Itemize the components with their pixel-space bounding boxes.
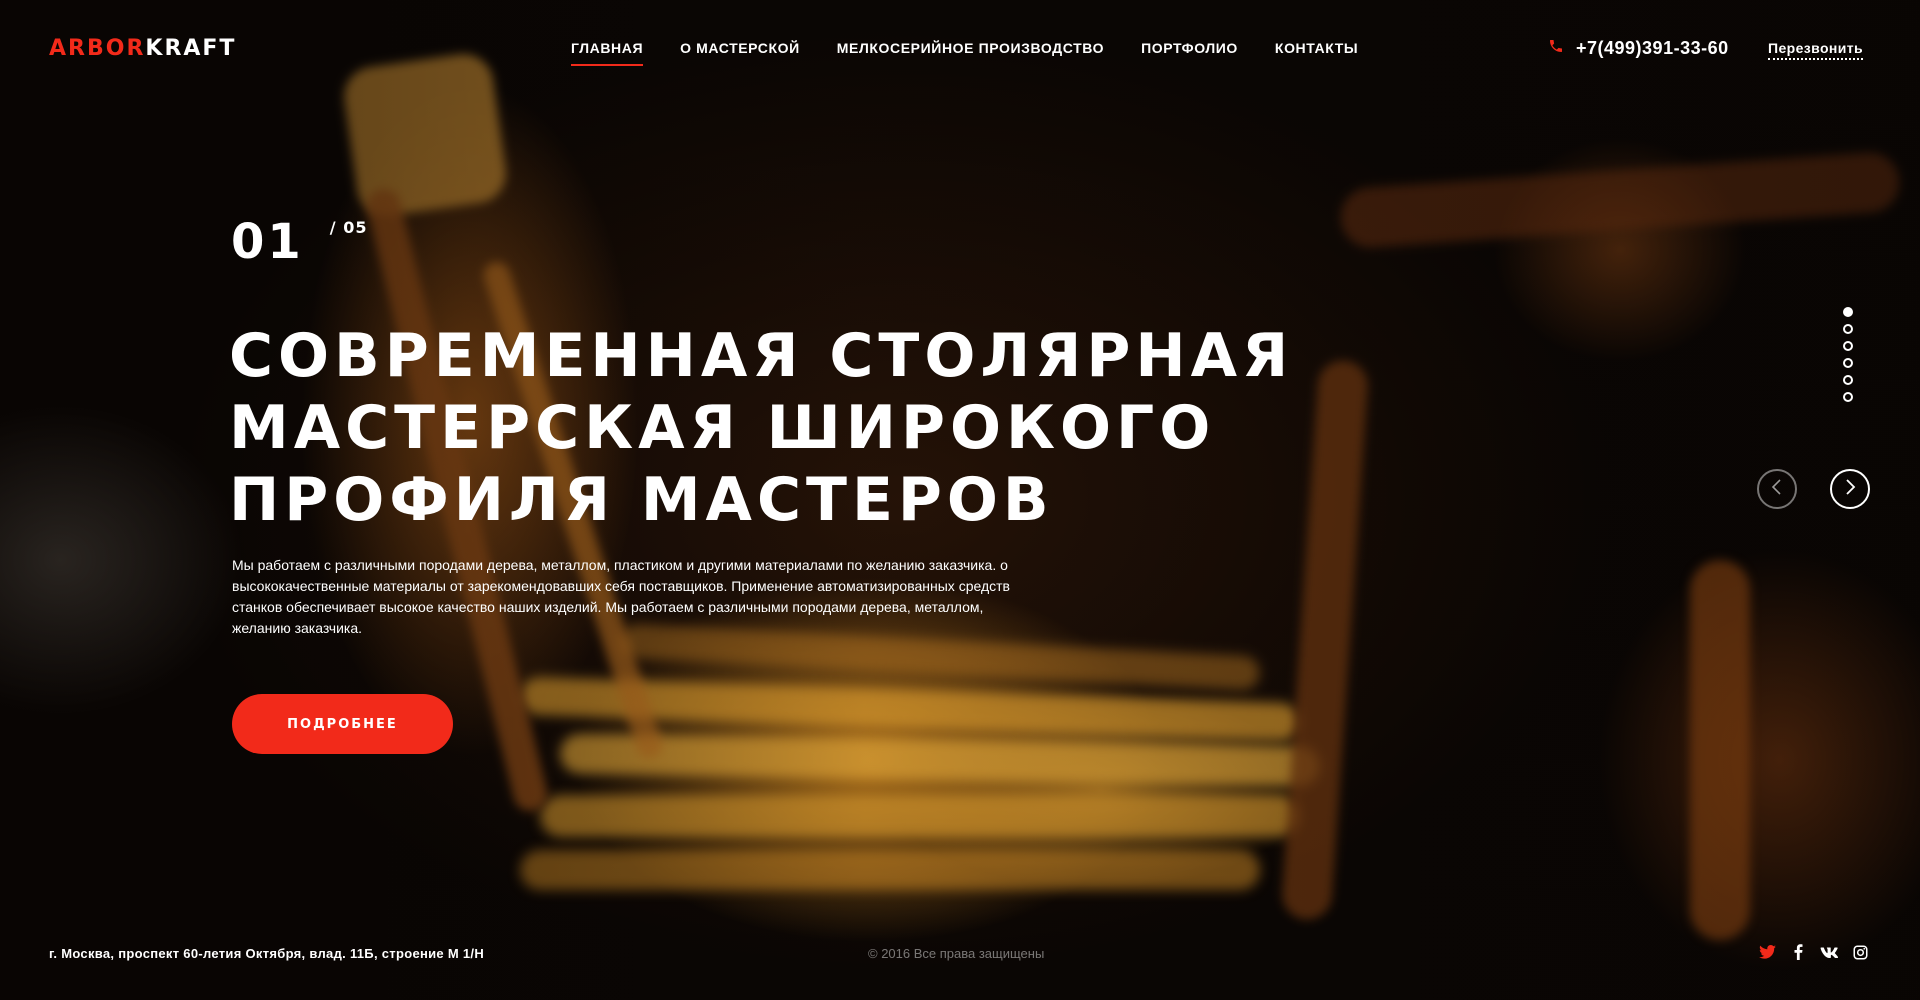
footer-copyright: © 2016 Все права защищены [868, 946, 1045, 961]
chevron-right-icon [1843, 478, 1857, 501]
slide-pagination [1843, 307, 1853, 402]
hero-description-line: высококачественные материалы от зарекоме… [232, 578, 1010, 594]
hero-title-line: ПРОФИЛЯ МАСТЕРОВ [229, 465, 1054, 535]
hero-description-line: Мы работаем с различными породами дерева… [232, 557, 1008, 573]
slide-dot[interactable] [1843, 375, 1853, 385]
hero-description-line: желанию заказчика. [232, 620, 363, 636]
hero-description-line: станков обеспечивает высокое качество на… [232, 599, 984, 615]
nav-item-portfolio[interactable]: ПОРТФОЛИО [1141, 40, 1238, 66]
facebook-icon[interactable] [1789, 943, 1807, 961]
slide-dot[interactable] [1843, 307, 1853, 317]
social-links [1758, 943, 1869, 961]
phone-icon [1548, 38, 1564, 59]
nav-item-home[interactable]: ГЛАВНАЯ [571, 40, 644, 66]
footer-address: г. Москва, проспект 60-летия Октября, вл… [49, 946, 485, 961]
logo-part-arbor: ARBOR [49, 36, 146, 61]
twitter-icon[interactable] [1758, 943, 1776, 961]
site-header: ARBORKRAFT ГЛАВНАЯ О МАСТЕРСКОЙ МЕЛКОСЕР… [0, 0, 1920, 100]
slide-dot[interactable] [1843, 341, 1853, 351]
slide-total-number: / 05 [329, 218, 368, 237]
slide-counter: 01 / 05 [231, 214, 367, 270]
hero-title-line: СОВРЕМЕННАЯ СТОЛЯРНАЯ [229, 321, 1294, 391]
slide-dot[interactable] [1843, 324, 1853, 334]
phone-number[interactable]: +7(499)391-33-60 [1576, 38, 1729, 59]
hero-title-line: МАСТЕРСКАЯ ШИРОКОГО [229, 393, 1216, 463]
nav-item-contacts[interactable]: КОНТАКТЫ [1275, 40, 1358, 66]
main-nav: ГЛАВНАЯ О МАСТЕРСКОЙ МЕЛКОСЕРИЙНОЕ ПРОИЗ… [571, 40, 1395, 66]
hero-description: Мы работаем с различными породами дерева… [232, 555, 1032, 639]
callback-link[interactable]: Перезвонить [1768, 40, 1864, 60]
slide-dot[interactable] [1843, 358, 1853, 368]
phone-block: +7(499)391-33-60 [1548, 38, 1729, 59]
chevron-left-icon [1770, 478, 1784, 501]
vk-icon[interactable] [1820, 943, 1838, 961]
nav-item-about[interactable]: О МАСТЕРСКОЙ [680, 40, 800, 66]
instagram-icon[interactable] [1851, 943, 1869, 961]
slide-dot[interactable] [1843, 392, 1853, 402]
prev-slide-button[interactable] [1757, 469, 1797, 509]
nav-item-production[interactable]: МЕЛКОСЕРИЙНОЕ ПРОИЗВОДСТВО [837, 40, 1104, 66]
slide-current-number: 01 [231, 214, 304, 270]
more-button[interactable]: ПОДРОБНЕЕ [232, 694, 453, 754]
hero-title: СОВРЕМЕННАЯ СТОЛЯРНАЯ МАСТЕРСКАЯ ШИРОКОГ… [229, 320, 1294, 536]
logo[interactable]: ARBORKRAFT [49, 36, 236, 61]
logo-part-kraft: KRAFT [145, 36, 237, 61]
next-slide-button[interactable] [1830, 469, 1870, 509]
